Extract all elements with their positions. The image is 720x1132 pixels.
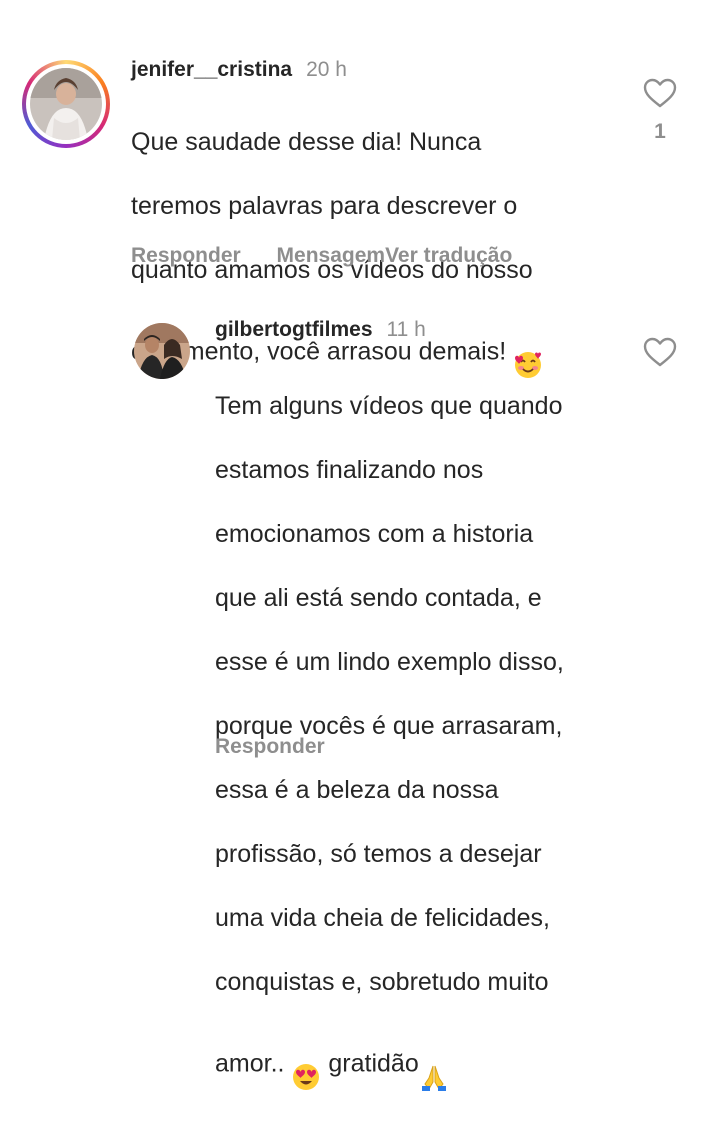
comment-timestamp: 11 h xyxy=(386,318,426,341)
comment-line-text: amor.. xyxy=(215,1049,285,1078)
comment-username[interactable]: gilbertogtfilmes 11 h xyxy=(215,318,426,342)
comment-line: estamos finalizando nos xyxy=(215,456,484,484)
username-text[interactable]: gilbertogtfilmes xyxy=(215,318,373,341)
like-heart-icon[interactable] xyxy=(643,337,677,367)
avatar[interactable] xyxy=(30,68,102,140)
comment-line: que ali está sendo contada, e xyxy=(215,584,542,612)
like-heart-icon[interactable] xyxy=(643,78,677,108)
comment-line-text: gratidão xyxy=(328,1049,419,1078)
username-text[interactable]: jenifer__cristina xyxy=(131,58,292,81)
comment-line: conquistas e, sobretudo muito xyxy=(215,968,549,996)
comment-actions: Responder MensagemVer tradução xyxy=(131,244,512,268)
like-count: 1 xyxy=(654,120,666,143)
comment-timestamp: 20 h xyxy=(306,58,347,81)
reply-button[interactable]: Responder xyxy=(215,735,325,758)
comment-line: profissão, só temos a desejar xyxy=(215,840,542,868)
avatar[interactable] xyxy=(134,323,190,379)
comment-line: uma vida cheia de felicidades, xyxy=(215,904,550,932)
comment-line: amor.. gratidão xyxy=(215,1030,635,1100)
comment-username[interactable]: jenifer__cristina 20 h xyxy=(131,58,347,82)
praying-hands-icon xyxy=(419,1030,449,1100)
comment-actions: Responder xyxy=(215,735,325,759)
comment-line: Tem alguns vídeos que quando xyxy=(215,392,563,420)
comment-line: emocionamos com a historia xyxy=(215,520,534,548)
translate-button[interactable]: Ver tradução xyxy=(385,244,512,267)
comment-line: essa é a beleza da nossa xyxy=(215,776,499,804)
comment-line: Que saudade desse dia! Nunca xyxy=(131,128,482,156)
comment-line: teremos palavras para descrever o xyxy=(131,192,518,220)
heart-eyes-icon xyxy=(291,1030,321,1100)
message-button[interactable]: Mensagem xyxy=(277,244,386,267)
comment-line: esse é um lindo exemplo disso, xyxy=(215,648,564,676)
reply-button[interactable]: Responder xyxy=(131,244,241,267)
